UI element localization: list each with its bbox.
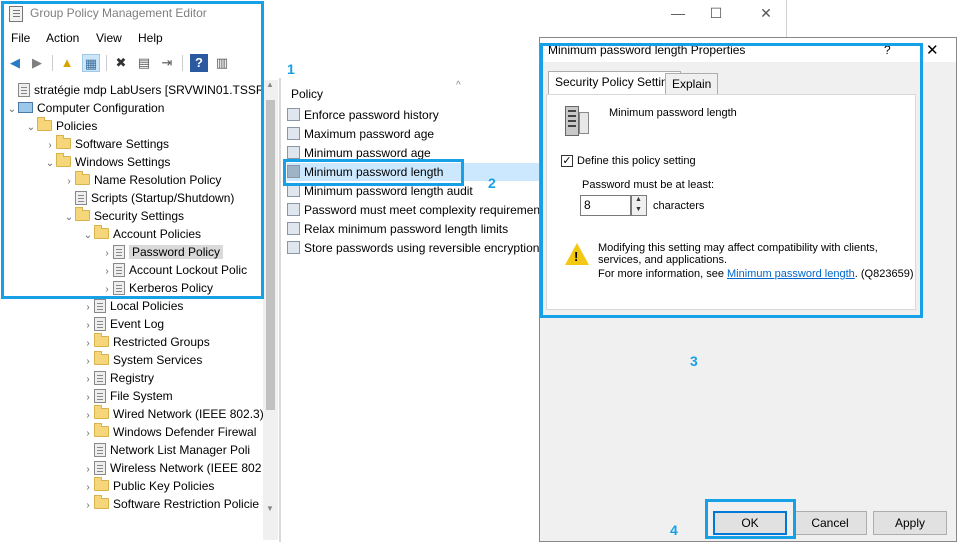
window-edge	[786, 0, 787, 40]
tree-item[interactable]: › Registry	[82, 369, 154, 387]
policy-list: Enforce password history Maximum password…	[287, 106, 542, 266]
apply-button[interactable]: Apply	[873, 511, 947, 535]
policy-row[interactable]: Relax minimum password length limits	[287, 220, 542, 238]
annotation-box-1	[1, 1, 264, 299]
tree-item-label: Wired Network (IEEE 802.3)	[113, 407, 264, 421]
annotation-box-3	[540, 43, 923, 318]
policy-document-icon	[94, 442, 106, 457]
policy-setting-icon	[287, 127, 300, 141]
cancel-button[interactable]: Cancel	[793, 511, 867, 535]
tree-item-label: Network List Manager Poli	[110, 443, 251, 457]
folder-icon	[94, 495, 109, 510]
annotation-label-4: 4	[670, 522, 678, 538]
tree-item-label: Wireless Network (IEEE 802	[110, 461, 262, 475]
sort-caret-icon: ^	[456, 80, 461, 91]
annotation-box-2	[283, 159, 464, 186]
tree-item[interactable]: › Windows Defender Firewal	[82, 423, 256, 441]
policy-row-label: Relax minimum password length limits	[304, 222, 509, 236]
tree-item-label: Windows Defender Firewal	[113, 425, 257, 439]
tree-item[interactable]: Network List Manager Poli	[82, 441, 250, 459]
dialog-close-button[interactable]: ✕	[926, 41, 939, 59]
minimize-button[interactable]: —	[668, 4, 688, 22]
policy-column-header[interactable]: Policy	[291, 87, 323, 101]
policy-setting-icon	[287, 184, 300, 198]
tree-item-label: System Services	[113, 353, 203, 367]
folder-icon	[94, 405, 109, 420]
annotation-label-1: 1	[287, 61, 295, 77]
policy-setting-icon	[287, 241, 300, 255]
tree-item[interactable]: › Wireless Network (IEEE 802	[82, 459, 261, 477]
policy-document-icon	[94, 316, 106, 331]
pane-splitter[interactable]	[279, 78, 281, 542]
policy-row-label: Maximum password age	[304, 127, 435, 141]
tree-item[interactable]: › Software Restriction Policie	[82, 495, 259, 513]
maximize-button[interactable]: ☐	[706, 4, 726, 22]
policy-row-label: Minimum password length audit	[304, 184, 473, 198]
folder-icon	[94, 351, 109, 366]
chevron-right-icon[interactable]: ›	[82, 497, 94, 515]
policy-row-label: Store passwords using reversible encrypt…	[304, 241, 540, 255]
policy-setting-icon	[287, 203, 300, 217]
tree-item-label: Restricted Groups	[113, 335, 210, 349]
tree-item[interactable]: › Restricted Groups	[82, 333, 210, 351]
tree-item[interactable]: › File System	[82, 387, 173, 405]
tree-item-label: File System	[110, 389, 173, 403]
scroll-up-arrow-icon[interactable]: ▲	[266, 80, 274, 89]
policy-row[interactable]: Enforce password history	[287, 106, 542, 124]
tree-item-label: Local Policies	[110, 299, 184, 313]
policy-row-label: Enforce password history	[304, 108, 439, 122]
tree-item-label: Software Restriction Policie	[113, 497, 260, 511]
annotation-label-3: 3	[690, 353, 698, 369]
tree-item-label: Event Log	[110, 317, 165, 331]
close-button[interactable]: ✕	[756, 4, 776, 22]
tree-scrollbar-thumb[interactable]	[266, 100, 275, 410]
policy-setting-icon	[287, 146, 300, 160]
tree-scrollbar[interactable]: ▲ ▼	[263, 80, 278, 540]
policy-document-icon	[94, 298, 106, 313]
tree-item[interactable]: › Local Policies	[82, 297, 183, 315]
tree-item[interactable]: › Public Key Policies	[82, 477, 214, 495]
annotation-box-4	[705, 499, 796, 539]
tree-item[interactable]: › System Services	[82, 351, 202, 369]
tree-item-label: Public Key Policies	[113, 479, 215, 493]
annotation-label-2: 2	[488, 175, 496, 191]
tree-item[interactable]: › Wired Network (IEEE 802.3)	[82, 405, 264, 423]
policy-row[interactable]: Maximum password age	[287, 125, 542, 143]
policy-row-label: Password must meet complexity requiremen	[304, 203, 541, 217]
policy-row-label: Minimum password age	[304, 146, 431, 160]
folder-icon	[94, 477, 109, 492]
policy-row[interactable]: Store passwords using reversible encrypt…	[287, 239, 542, 257]
scroll-down-arrow-icon[interactable]: ▼	[266, 504, 274, 513]
policy-setting-icon	[287, 108, 300, 122]
tree-item[interactable]: › Event Log	[82, 315, 164, 333]
policy-setting-icon	[287, 222, 300, 236]
policy-row[interactable]: Password must meet complexity requiremen	[287, 201, 542, 219]
folder-icon	[94, 333, 109, 348]
tree-item-label: Registry	[110, 371, 155, 385]
policy-document-icon	[94, 388, 106, 403]
folder-icon	[94, 423, 109, 438]
policy-document-icon	[94, 460, 106, 475]
policy-document-icon	[94, 370, 106, 385]
